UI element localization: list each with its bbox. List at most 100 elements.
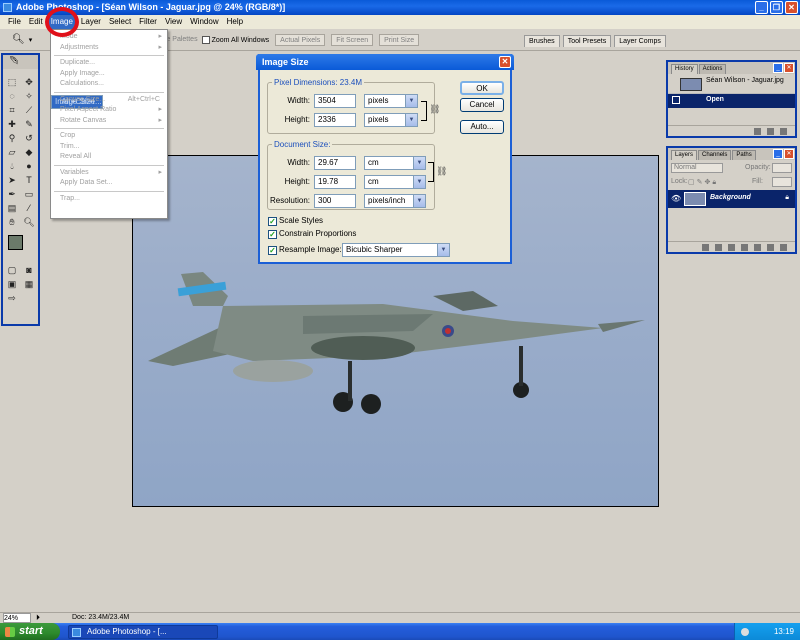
tab-layers[interactable]: Layers xyxy=(671,150,698,160)
mask-icon[interactable] xyxy=(728,243,735,251)
move-tool-icon[interactable]: ✥ xyxy=(22,76,36,89)
cancel-button[interactable]: Cancel xyxy=(460,98,504,112)
resample-method-select[interactable]: Bicubic Sharper ▼ xyxy=(342,243,450,257)
blend-mode-select[interactable]: Normal xyxy=(671,163,723,173)
image-menu-item[interactable]: Duplicate... xyxy=(51,58,167,69)
restore-button[interactable]: ❐ xyxy=(770,1,783,14)
opacity-input[interactable] xyxy=(772,163,792,173)
actual-pixels-button[interactable]: Actual Pixels xyxy=(275,33,326,46)
eraser-tool-icon[interactable]: ▱ xyxy=(5,146,19,159)
image-menu-item[interactable]: Apply Data Set... xyxy=(51,178,167,189)
new-document-icon[interactable] xyxy=(754,127,761,135)
adjustment-layer-icon[interactable] xyxy=(741,243,748,251)
menu-view[interactable]: View xyxy=(161,15,186,29)
brush-tool-icon[interactable]: ✎ xyxy=(22,118,36,131)
image-menu-item[interactable]: Canvas Size... Alt+Ctrl+C xyxy=(51,95,167,106)
fill-input[interactable] xyxy=(772,177,792,187)
close-button[interactable]: ✕ xyxy=(785,1,798,14)
folder-icon[interactable] xyxy=(754,243,761,251)
tab-brushes[interactable]: Brushes xyxy=(524,35,560,47)
menu-select[interactable]: Select xyxy=(105,15,135,29)
fullscreen-mode-icon[interactable]: ▦ xyxy=(22,278,36,291)
quick-mask-icon[interactable]: ◙ xyxy=(22,264,36,277)
history-brush-source-icon[interactable] xyxy=(672,96,680,104)
image-menu-item[interactable]: Apply Image... xyxy=(51,69,167,80)
standard-mode-icon[interactable]: ▢ xyxy=(5,264,19,277)
notes-tool-icon[interactable]: ▤ xyxy=(5,202,19,215)
pd-height-unit-select[interactable]: pixels ▼ xyxy=(364,113,418,127)
ds-height-input[interactable]: 19.78 xyxy=(314,175,356,189)
history-brush-tool-icon[interactable]: ↺ xyxy=(22,132,36,145)
menu-layer[interactable]: Layer xyxy=(77,15,105,29)
healing-brush-tool-icon[interactable]: ✚ xyxy=(5,118,19,131)
dialog-close-button[interactable]: ✕ xyxy=(499,56,511,68)
tray-icon[interactable] xyxy=(741,628,749,636)
status-arrow-icon[interactable]: ⏵ xyxy=(36,613,40,623)
clone-stamp-tool-icon[interactable]: ⚲ xyxy=(5,132,19,145)
image-menu-item[interactable]: Rotate Canvas ▸ xyxy=(51,116,167,127)
tab-paths[interactable]: Paths xyxy=(732,150,756,160)
menu-edit[interactable]: Edit xyxy=(25,15,47,29)
layer-row-background[interactable]: 👁︎ Background 🔒︎ xyxy=(668,190,795,208)
dodge-tool-icon[interactable]: ● xyxy=(22,160,36,173)
start-button[interactable]: start xyxy=(0,623,60,640)
link-layers-icon[interactable] xyxy=(702,243,709,251)
image-menu-item[interactable]: Trim... xyxy=(51,142,167,153)
image-menu-item[interactable]: Trap... xyxy=(51,194,167,205)
zoom-all-windows-checkbox[interactable]: Zoom All Windows xyxy=(201,35,269,44)
panel-minimize-button[interactable]: _ xyxy=(773,149,783,159)
slice-tool-icon[interactable]: ⟋ xyxy=(22,104,36,117)
camera-icon[interactable] xyxy=(767,127,774,135)
hand-tool-icon[interactable]: ✋︎ xyxy=(5,216,19,229)
zoom-tool-box-icon[interactable]: 🔍︎ xyxy=(22,216,36,229)
resample-image-checkbox[interactable]: ✓ Resample Image: xyxy=(268,245,342,255)
constrain-proportions-checkbox[interactable]: ✓ Constrain Proportions xyxy=(268,229,356,239)
scale-styles-checkbox[interactable]: ✓ Scale Styles xyxy=(268,216,323,226)
image-menu-item[interactable]: Calculations... xyxy=(51,79,167,90)
ds-width-input[interactable]: 29.67 xyxy=(314,156,356,170)
history-snapshot-row[interactable]: Séan Wilson - Jaguar.jpg xyxy=(668,74,795,94)
print-size-button[interactable]: Print Size xyxy=(379,33,420,46)
marquee-tool-icon[interactable]: ⬚ xyxy=(5,76,19,89)
image-menu-item[interactable]: Variables ▸ xyxy=(51,168,167,179)
crop-tool-icon[interactable]: ⌗ xyxy=(5,104,19,117)
pd-height-input[interactable]: 2336 xyxy=(314,113,356,127)
pd-width-input[interactable]: 3504 xyxy=(314,94,356,108)
jump-to-imageready-icon[interactable]: ⇨ xyxy=(5,292,19,305)
zoom-tool-icon[interactable]: 🔍︎ xyxy=(12,34,25,45)
foreground-color-swatch[interactable] xyxy=(8,235,23,250)
layer-style-icon[interactable] xyxy=(715,243,722,251)
eyedropper-tool-icon[interactable]: ⁄ xyxy=(22,202,36,215)
resolution-input[interactable]: 300 xyxy=(314,194,356,208)
pen-tool-icon[interactable]: ✒ xyxy=(5,188,19,201)
trash-icon[interactable] xyxy=(780,127,787,135)
taskbar-photoshop-button[interactable]: Adobe Photoshop - [... xyxy=(68,624,218,639)
lasso-tool-icon[interactable]: ◌ xyxy=(5,90,19,103)
magic-wand-tool-icon[interactable]: ✧ xyxy=(22,90,36,103)
new-layer-icon[interactable] xyxy=(767,243,774,251)
tab-tool-presets[interactable]: Tool Presets xyxy=(562,35,612,47)
blur-tool-icon[interactable]: 💧︎ xyxy=(5,160,19,173)
tab-actions[interactable]: Actions xyxy=(698,64,727,74)
ds-height-unit-select[interactable]: cm ▼ xyxy=(364,175,426,189)
screen-mode-icon[interactable]: ▣ xyxy=(5,278,19,291)
eye-icon[interactable]: 👁︎ xyxy=(671,194,681,203)
ds-width-unit-select[interactable]: cm ▼ xyxy=(364,156,426,170)
menu-file[interactable]: File xyxy=(4,15,25,29)
ok-button[interactable]: OK xyxy=(460,81,504,95)
auto-button[interactable]: Auto... xyxy=(460,120,504,134)
menu-help[interactable]: Help xyxy=(223,15,247,29)
panel-minimize-button[interactable]: _ xyxy=(773,63,783,73)
tool-preset-dropdown[interactable]: ▾ xyxy=(29,36,33,44)
history-state-open[interactable]: Open xyxy=(668,94,795,108)
path-selection-tool-icon[interactable]: ➤ xyxy=(5,174,19,187)
color-swatches[interactable] xyxy=(3,233,38,263)
lock-icons[interactable]: ▢✎✥🔒︎ xyxy=(688,178,718,187)
trash-icon[interactable] xyxy=(780,243,787,251)
tab-layer-comps[interactable]: Layer Comps xyxy=(614,35,666,47)
tab-history[interactable]: History xyxy=(671,64,698,74)
fit-screen-button[interactable]: Fit Screen xyxy=(331,33,374,46)
image-menu-item[interactable]: Crop xyxy=(51,131,167,142)
pd-width-unit-select[interactable]: pixels ▼ xyxy=(364,94,418,108)
image-menu-item[interactable]: Adjustments ▸ xyxy=(51,43,167,54)
